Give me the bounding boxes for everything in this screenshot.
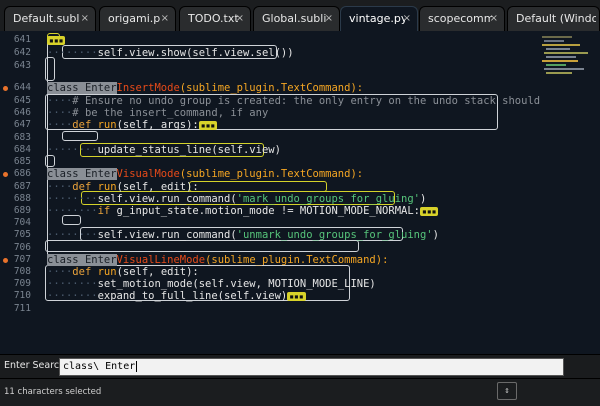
line-number: 689 <box>13 205 31 216</box>
tab-global-settings[interactable]: Global.sublime-settings × <box>253 6 340 31</box>
line-number: 683 <box>13 132 31 143</box>
line-number: 710 <box>13 290 31 301</box>
line-number: 646 <box>13 107 31 118</box>
tab-bar: Default.sublime-keymap × origami.py × TO… <box>0 0 600 32</box>
code-line: ····# be the insert_command, if any <box>47 107 269 119</box>
code-line: ········expand_to_full_line(self.view) ▪▪… <box>47 290 306 302</box>
search-input-value: class\ Enter <box>63 361 136 372</box>
line-number: 641 <box>13 34 31 45</box>
code-line: ········self.view.run_command('unmark_un… <box>47 229 439 241</box>
status-bar: 11 characters selected ⇕ <box>0 378 600 406</box>
tab-default-keymap[interactable]: Default.sublime-keymap × <box>4 6 96 31</box>
code-editor[interactable]: 641 642 643 644 645 646 647 683 684 685 … <box>0 31 600 354</box>
indent-guide-box <box>62 131 98 141</box>
close-icon[interactable]: × <box>490 7 498 31</box>
line-number: 643 <box>13 60 31 71</box>
close-icon[interactable]: × <box>161 7 169 31</box>
fold-marker[interactable]: ▪▪▪ <box>47 35 66 45</box>
tab-label: vintage.py <box>349 12 405 25</box>
code-line: ····def run(self, edit): <box>47 181 199 193</box>
code-line: ········if g_input_state.motion_mode != … <box>47 205 439 217</box>
incremental-find-panel: Enter Search class\ Enter <box>0 354 600 379</box>
indent-guide-box <box>45 240 359 252</box>
bookmark-icon[interactable] <box>3 258 8 263</box>
tab-vintage[interactable]: vintage.py × <box>340 6 418 31</box>
code-line: class EnterInsertMode(sublime_plugin.Tex… <box>47 82 364 94</box>
line-number: 708 <box>13 266 31 277</box>
code-line: class EnterVisualLineMode(sublime_plugin… <box>47 254 389 266</box>
fold-marker[interactable]: ▪▪▪ <box>420 206 439 216</box>
line-number: 688 <box>13 193 31 204</box>
close-icon[interactable]: × <box>325 7 333 31</box>
tab-scopecommands[interactable]: scopecommands.py × <box>419 6 505 31</box>
code-line: class EnterVisualMode(sublime_plugin.Tex… <box>47 168 364 180</box>
line-number: 711 <box>13 303 31 314</box>
tab-label: origami.py <box>108 12 160 25</box>
search-input[interactable]: class\ Enter <box>59 358 564 376</box>
code-line: ········self.view.run_command('mark_undo… <box>47 193 427 205</box>
line-gutter: 641 642 643 644 645 646 647 683 684 685 … <box>0 31 38 354</box>
line-number: 687 <box>13 181 31 192</box>
code-line: ········set_motion_mode(self.view, MOTIO… <box>47 278 376 290</box>
line-number: 642 <box>13 47 31 58</box>
find-label: Enter Search <box>4 360 66 371</box>
selection-status: 11 characters selected <box>4 387 102 397</box>
tab-label: Default.sublime-keymap <box>13 12 79 25</box>
updown-spinner-icon[interactable]: ⇕ <box>497 382 517 400</box>
tab-label: scopecommands.py <box>428 12 492 25</box>
code-line: ····def run(self, edit): <box>47 266 199 278</box>
bookmark-icon[interactable] <box>3 86 8 91</box>
close-icon[interactable]: × <box>403 7 411 31</box>
code-line: ····def run(self, args): ▪▪▪ <box>47 119 218 131</box>
close-icon[interactable]: × <box>236 7 244 31</box>
line-number: 709 <box>13 278 31 289</box>
line-number: 704 <box>13 217 31 228</box>
code-line: ········self.view.show(self.view.sel()) <box>47 47 294 59</box>
code-line: ····# Ensure no undo group is created: t… <box>47 95 541 107</box>
close-icon[interactable]: × <box>81 7 89 31</box>
code-line: ▪▪▪ <box>47 34 66 46</box>
bookmark-icon[interactable] <box>3 172 8 177</box>
tab-label: TODO.txt <box>188 12 238 25</box>
tab-windows-keymap[interactable]: Default (Windows).sublime-keymap <box>507 6 600 31</box>
line-number: 645 <box>13 95 31 106</box>
fold-marker[interactable]: ▪▪▪ <box>198 120 218 130</box>
line-number: 685 <box>13 156 31 167</box>
line-number: 647 <box>13 119 31 130</box>
line-number: 706 <box>13 242 31 253</box>
tab-label: Global.sublime-settings <box>262 12 326 25</box>
tab-todo[interactable]: TODO.txt × <box>179 6 251 31</box>
tab-origami[interactable]: origami.py × <box>99 6 176 31</box>
code-line: ········update_status_line(self.view) <box>47 144 281 156</box>
line-number: 684 <box>13 144 31 155</box>
fold-marker[interactable]: ▪▪▪ <box>287 291 306 301</box>
minimap[interactable] <box>540 31 600 354</box>
line-number: 705 <box>13 229 31 240</box>
tab-label: Default (Windows).sublime-keymap <box>516 12 596 25</box>
